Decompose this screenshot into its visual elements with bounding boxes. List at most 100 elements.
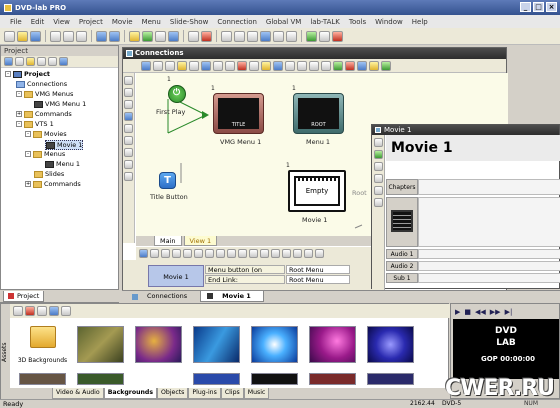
paste-icon[interactable] [76, 30, 87, 42]
tree-commands[interactable]: + Commands [16, 110, 72, 118]
background-thumb[interactable] [367, 373, 414, 385]
conn-tool-c-icon[interactable] [165, 60, 175, 71]
background-thumb[interactable] [193, 373, 240, 385]
toggle-tool-icon[interactable] [124, 160, 133, 169]
tree-vmg-menu-1[interactable]: VMG Menu 1 [34, 100, 86, 108]
end-icon[interactable]: ▶| [505, 308, 513, 316]
link-tool-11-icon[interactable] [249, 249, 258, 258]
tree-movies[interactable]: - Movies [25, 130, 67, 138]
background-thumb[interactable] [251, 326, 298, 363]
cut-icon[interactable] [50, 30, 61, 42]
conn-tool-u-icon[interactable] [381, 60, 391, 71]
conn-tool-m-icon[interactable] [285, 60, 295, 71]
minimize-button[interactable]: _ [520, 2, 531, 12]
add-menu-icon[interactable] [155, 30, 166, 42]
asset-tab-clips[interactable]: Clips [220, 388, 244, 399]
settings-icon[interactable] [319, 30, 330, 42]
redo-icon[interactable] [109, 30, 120, 42]
add-movie-icon[interactable] [142, 30, 153, 42]
asset-tool-4-icon[interactable] [49, 306, 59, 316]
sub-1-lane[interactable] [418, 273, 560, 283]
tree-vmg-menus[interactable]: - VMG Menus [16, 90, 73, 98]
tab-main[interactable]: Main [154, 236, 182, 246]
tree-slides[interactable]: Slides [34, 170, 64, 178]
maximize-button[interactable]: □ [533, 2, 544, 12]
undo-icon[interactable] [96, 30, 107, 42]
connect-tool-icon[interactable] [124, 112, 133, 121]
tree-menu-1[interactable]: Menu 1 [45, 160, 80, 168]
background-thumb[interactable] [193, 326, 240, 363]
conn-tool-e-icon[interactable] [189, 60, 199, 71]
link-tool-15-icon[interactable] [293, 249, 302, 258]
link-tool-17-icon[interactable] [315, 249, 324, 258]
conn-tool-d-icon[interactable] [177, 60, 187, 71]
tree-vts-commands[interactable]: + Commands [25, 180, 81, 188]
link-tool-16-icon[interactable] [304, 249, 313, 258]
movie-eye-tool-icon[interactable] [374, 162, 383, 171]
align-icon[interactable] [273, 30, 284, 42]
conn-tool-r-icon[interactable] [345, 60, 355, 71]
save-icon[interactable] [30, 30, 41, 42]
select-tool-icon[interactable] [124, 76, 133, 85]
asset-tab-backgrounds[interactable]: Backgrounds [103, 388, 158, 399]
proj-tool-6-icon[interactable] [59, 57, 68, 66]
link-tool-8-icon[interactable] [216, 249, 225, 258]
doc-tab-connections[interactable]: Connections [126, 291, 199, 302]
conn-tool-t-icon[interactable] [369, 60, 379, 71]
asset-tab-video-audio[interactable]: Video & Audio [52, 388, 104, 399]
forward-icon[interactable]: ▶▶ [490, 308, 501, 316]
tab-project[interactable]: Project [3, 291, 45, 302]
menu-button-select[interactable]: Root Menu [286, 265, 350, 274]
link-source-movie[interactable]: Movie 1 [148, 265, 204, 287]
proj-tool-3-icon[interactable] [26, 57, 35, 66]
link-tool-5-icon[interactable] [183, 249, 192, 258]
audio-2-lane[interactable] [418, 261, 560, 271]
link-tool-4-icon[interactable] [172, 249, 181, 258]
asset-tab-music[interactable]: Music [243, 388, 270, 399]
close-button[interactable]: × [546, 2, 557, 12]
conn-tool-n-icon[interactable] [297, 60, 307, 71]
background-thumb[interactable] [309, 373, 356, 385]
rewind-icon[interactable]: ◀◀ [475, 308, 486, 316]
tree-movie-1[interactable]: Movie 1 [45, 140, 84, 150]
layout-icon[interactable] [286, 30, 297, 42]
link-num-icon[interactable] [139, 249, 148, 258]
asset-tool-5-icon[interactable] [61, 306, 71, 316]
video-lane[interactable] [418, 197, 560, 247]
movie-select-tool-icon[interactable] [374, 138, 383, 147]
stop-icon[interactable]: ■ [464, 308, 471, 316]
play-icon[interactable]: ▶ [455, 308, 460, 316]
background-thumb[interactable] [251, 373, 298, 385]
vmg-menu-1-node[interactable]: TITLE [213, 93, 264, 134]
conn-tool-i-icon[interactable] [237, 60, 247, 71]
asset-tab-objects[interactable]: Objects [157, 388, 189, 399]
link-tool-icon[interactable] [124, 88, 133, 97]
comment-tool-icon[interactable] [124, 124, 133, 133]
zoom-icon[interactable] [247, 30, 258, 42]
tree-menus[interactable]: - Menus [25, 150, 65, 158]
conn-tool-p-icon[interactable] [321, 60, 331, 71]
burn-icon[interactable] [332, 30, 343, 42]
copy-icon[interactable] [63, 30, 74, 42]
background-thumb[interactable] [367, 326, 414, 363]
movie-1-node[interactable]: Empty [288, 170, 346, 212]
tree-project[interactable]: - Project [5, 70, 50, 78]
movie-pencil-tool-icon[interactable] [374, 174, 383, 183]
link-tool-12-icon[interactable] [260, 249, 269, 258]
doc-tab-movie-1[interactable]: Movie 1 [200, 291, 264, 302]
asset-tab-plugins[interactable]: Plug-ins [188, 388, 221, 399]
menu-view[interactable]: View [53, 18, 70, 26]
audio-1-lane[interactable] [418, 249, 560, 259]
proj-tool-2-icon[interactable] [15, 57, 24, 66]
menu-file[interactable]: File [10, 18, 22, 26]
conn-tool-b-icon[interactable] [153, 60, 163, 71]
movie-cut-tool-icon[interactable] [374, 186, 383, 195]
menu-connection[interactable]: Connection [217, 18, 257, 26]
conn-tool-l-icon[interactable] [273, 60, 283, 71]
movie-chapter-tool-icon[interactable] [374, 150, 383, 159]
list-tool-icon[interactable] [124, 148, 133, 157]
conn-tool-k-icon[interactable] [261, 60, 271, 71]
menu-tools[interactable]: Tools [349, 18, 366, 26]
zoom-tool-icon[interactable] [124, 100, 133, 109]
first-play-node[interactable]: ⏻ [168, 85, 186, 103]
